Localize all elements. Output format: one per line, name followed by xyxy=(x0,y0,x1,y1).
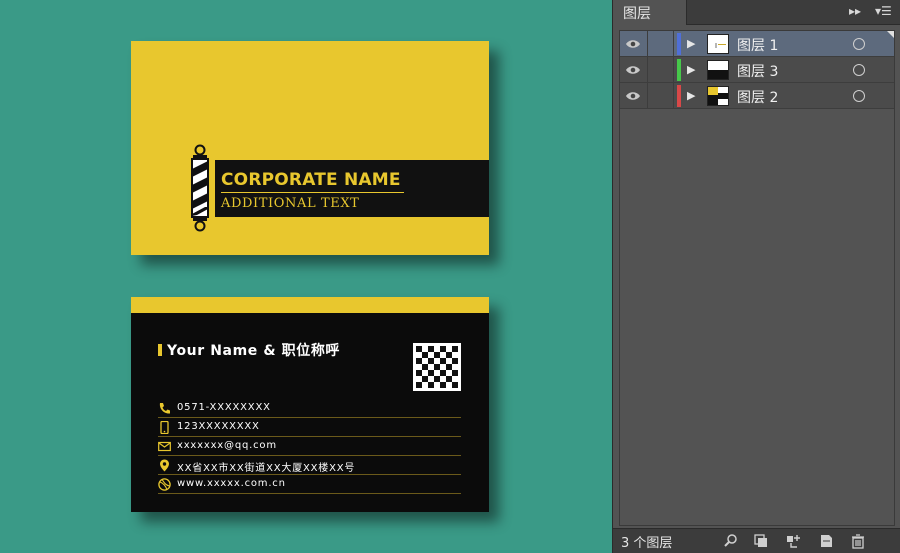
contact-website: www.xxxxx.com.cn xyxy=(158,475,461,494)
layers-list: ▶ 图层 1 ▶ 图层 3 ▶ 图层 2 xyxy=(619,30,895,526)
panel-footer: 3 个图层 xyxy=(613,528,900,553)
qr-code-icon xyxy=(413,343,461,391)
expand-arrow-icon[interactable]: ▶ xyxy=(687,63,695,76)
contact-address: XX省XX市XX街道XX大厦XX楼XX号 xyxy=(158,456,461,475)
globe-icon xyxy=(158,478,171,491)
name-title: Your Name & 职位称呼 xyxy=(167,343,341,359)
business-card-front[interactable]: CORPORATE NAME ADDITIONAL TEXT xyxy=(131,41,489,255)
target-circle-icon[interactable] xyxy=(853,38,865,50)
layer-name[interactable]: 图层 2 xyxy=(737,87,778,107)
new-sublayer-icon[interactable] xyxy=(785,533,801,549)
tab-layers[interactable]: 图层 xyxy=(613,0,687,25)
eye-icon[interactable] xyxy=(625,37,641,51)
layer-thumbnail xyxy=(707,34,729,54)
layer-name[interactable]: 图层 1 xyxy=(737,35,778,55)
search-icon[interactable] xyxy=(723,533,739,549)
layer-name[interactable]: 图层 3 xyxy=(737,61,778,81)
layer-row[interactable]: ▶ 图层 1 xyxy=(620,31,894,57)
contact-mobile: 123XXXXXXXX xyxy=(158,418,461,437)
additional-text: ADDITIONAL TEXT xyxy=(221,196,360,211)
layers-panel: 图层 ▸▸ ▾☰ ▶ 图层 1 ▶ 图层 3 ▶ 图层 2 3 个图层 xyxy=(612,0,900,553)
back-top-stripe xyxy=(131,297,489,313)
layer-thumbnail xyxy=(707,86,729,106)
trash-icon[interactable] xyxy=(850,533,866,549)
expand-arrow-icon[interactable]: ▶ xyxy=(687,89,695,102)
mobile-icon xyxy=(160,421,169,434)
layer-color-bar xyxy=(677,85,681,107)
selection-corner-icon xyxy=(887,31,894,38)
expand-arrow-icon[interactable]: ▶ xyxy=(687,37,695,50)
email-icon xyxy=(158,441,171,452)
business-card-back[interactable]: Your Name & 职位称呼 0571-XXXXXXXX 123XXXXXX… xyxy=(131,297,489,512)
layer-color-bar xyxy=(677,59,681,81)
eye-icon[interactable] xyxy=(625,89,641,103)
barber-pole-icon xyxy=(191,144,209,232)
new-layer-icon[interactable] xyxy=(818,533,834,549)
layer-count: 3 个图层 xyxy=(621,536,673,551)
target-circle-icon[interactable] xyxy=(853,90,865,102)
eye-icon[interactable] xyxy=(625,63,641,77)
target-circle-icon[interactable] xyxy=(853,64,865,76)
double-chevron-right-icon[interactable]: ▸▸ xyxy=(849,4,861,18)
layer-row[interactable]: ▶ 图层 2 xyxy=(620,83,894,109)
corporate-band: CORPORATE NAME ADDITIONAL TEXT xyxy=(215,160,489,217)
corporate-name: CORPORATE NAME xyxy=(221,170,401,190)
location-icon xyxy=(160,459,169,472)
layer-row[interactable]: ▶ 图层 3 xyxy=(620,57,894,83)
layer-color-bar xyxy=(677,33,681,55)
clipping-mask-icon[interactable] xyxy=(753,533,769,549)
panel-header: 图层 ▸▸ ▾☰ xyxy=(613,0,900,25)
phone-icon xyxy=(159,403,170,414)
name-accent-bar xyxy=(158,344,162,356)
contact-phone: 0571-XXXXXXXX xyxy=(158,399,461,418)
artboard-canvas[interactable]: CORPORATE NAME ADDITIONAL TEXT Your Name… xyxy=(0,0,612,553)
panel-menu-icon[interactable]: ▾☰ xyxy=(875,4,892,18)
layer-thumbnail xyxy=(707,60,729,80)
corporate-divider xyxy=(221,192,404,193)
contact-email: xxxxxxx@qq.com xyxy=(158,437,461,456)
